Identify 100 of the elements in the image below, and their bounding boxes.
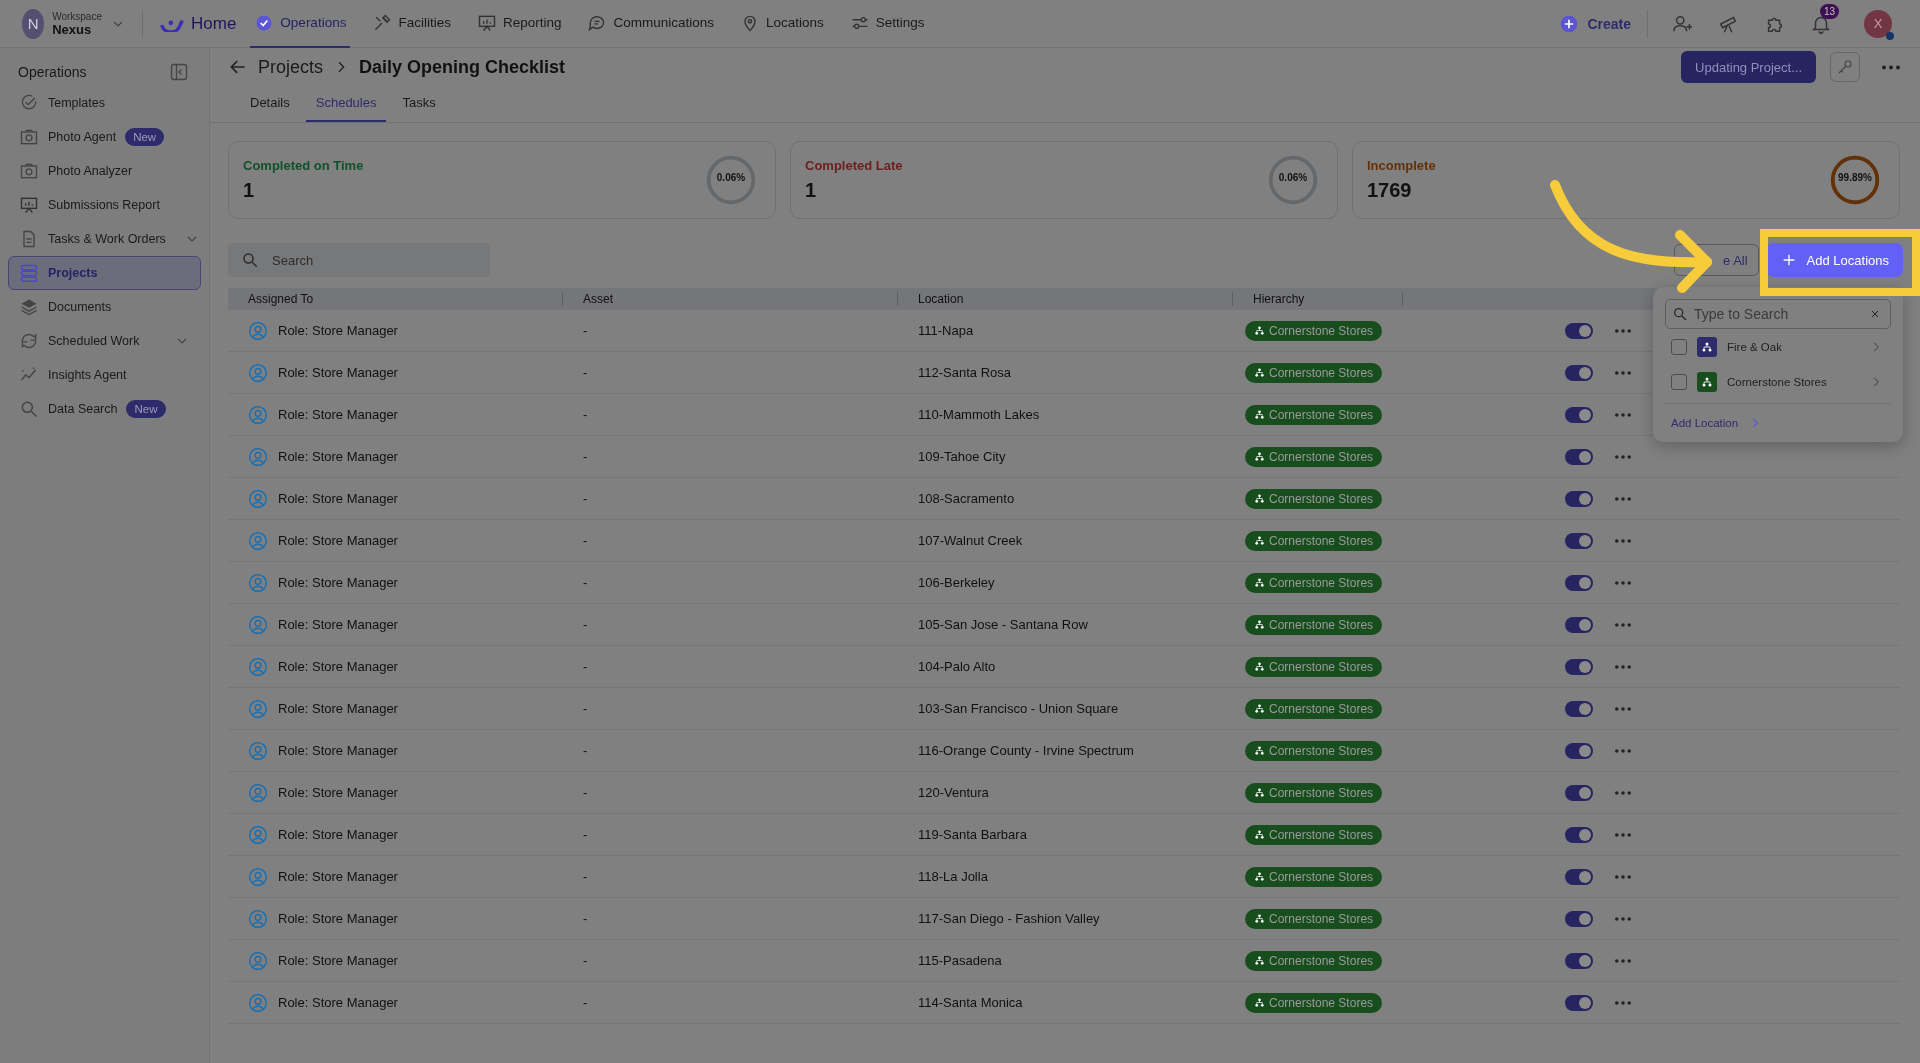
sidebar-title: Operations [18, 64, 87, 80]
page-title: Daily Opening Checklist [359, 56, 566, 78]
hierarchy-icon [1254, 787, 1265, 798]
sidebar-item[interactable]: Submissions Report [8, 188, 201, 222]
user-circle-icon [248, 404, 268, 425]
table-cell: - [583, 995, 588, 1010]
table-cell: Role: Store Manager [278, 407, 398, 422]
sidebar-item[interactable]: Tasks & Work Orders [8, 222, 201, 256]
more-icon [1615, 706, 1631, 711]
breadcrumb-link[interactable]: Projects [258, 56, 324, 78]
table-cell: Role: Store Manager [278, 743, 398, 758]
card-title: Completed Late [805, 158, 903, 173]
add-location-link[interactable]: Add Location [1665, 403, 1891, 434]
hierarchy-tag: Cornerstone Stores [1245, 572, 1383, 593]
hierarchy-tag: Cornerstone Stores [1245, 908, 1383, 929]
more-icon [1882, 64, 1900, 70]
percent-label: 0.06% [1277, 172, 1309, 183]
table-cell: 116-Orange County - Irvine Spectrum [918, 743, 1134, 758]
home-link[interactable]: Home [159, 13, 237, 34]
user-circle-icon [248, 530, 268, 551]
toggle-switch[interactable] [1565, 448, 1593, 465]
hierarchy-tag: Cornerstone Stores [1245, 320, 1383, 341]
toggle-switch[interactable] [1565, 784, 1593, 801]
nav-tab[interactable]: Facilities [368, 0, 455, 48]
add-locations-button[interactable]: Add Locations [1766, 243, 1903, 277]
toggle-switch[interactable] [1565, 490, 1593, 507]
hierarchy-icon [1254, 577, 1265, 588]
toggle-switch[interactable] [1565, 952, 1593, 969]
checkbox[interactable] [1671, 373, 1687, 390]
column-header: Asset [583, 292, 613, 306]
checkbox[interactable] [1671, 338, 1687, 355]
table-cell: Role: Store Manager [278, 491, 398, 506]
table-cell: 117-San Diego - Fashion Valley [918, 911, 1100, 926]
toggle-switch[interactable] [1565, 574, 1593, 591]
menu-item[interactable]: Fire & Oak [1665, 329, 1891, 364]
tools-icon [372, 12, 393, 33]
table-cell: 114-Santa Monica [918, 995, 1023, 1010]
table-cell: - [583, 785, 588, 800]
toggle-switch[interactable] [1565, 406, 1593, 423]
status-button[interactable]: Updating Project... [1681, 51, 1816, 83]
camera-icon [19, 161, 39, 181]
more-icon [1615, 538, 1631, 543]
toggle-switch[interactable] [1565, 322, 1593, 339]
hierarchy-icon [1254, 997, 1265, 1008]
sidebar-item[interactable]: Insights Agent [8, 358, 201, 392]
user-circle-icon [248, 362, 268, 383]
sidebar-item[interactable]: Templates [8, 86, 201, 120]
hierarchy-icon [1254, 871, 1265, 882]
table-cell: 112-Santa Rosa [918, 365, 1011, 380]
sidebar-item[interactable]: Photo Agent New [8, 120, 201, 154]
sidebar-item[interactable]: Scheduled Work [8, 324, 201, 358]
toggle-switch[interactable] [1565, 658, 1593, 675]
sidebar-item[interactable]: Photo Analyzer [8, 154, 201, 188]
nav-tab[interactable]: Reporting [472, 0, 566, 48]
sidebar-item[interactable]: Data Search New [8, 392, 201, 426]
more-icon [1615, 748, 1631, 753]
hierarchy-icon [1254, 955, 1265, 966]
nav-tab[interactable]: Communications [583, 0, 718, 48]
toggle-switch[interactable] [1565, 742, 1593, 759]
toggle-switch[interactable] [1565, 826, 1593, 843]
toggle-switch[interactable] [1565, 910, 1593, 927]
table-cell: - [583, 449, 588, 464]
tab[interactable]: Details [240, 86, 300, 122]
user-circle-icon [248, 782, 268, 803]
tab[interactable]: Schedules [305, 86, 387, 122]
close-icon [1869, 308, 1881, 320]
toggle-switch[interactable] [1565, 868, 1593, 885]
hierarchy-icon [1254, 451, 1265, 462]
hierarchy-tag: Cornerstone Stores [1245, 782, 1383, 803]
user-circle-icon [248, 824, 268, 845]
nav-tab[interactable]: Settings [845, 0, 929, 48]
toggle-switch[interactable] [1565, 364, 1593, 381]
table-cell: Role: Store Manager [278, 827, 398, 842]
column-header: Hierarchy [1253, 292, 1305, 306]
hierarchy-icon [1254, 493, 1265, 504]
menu-search-field[interactable]: Type to Search [1665, 299, 1891, 329]
sidebar-item[interactable]: Projects [8, 256, 201, 290]
user-avatar[interactable]: X [1864, 9, 1892, 38]
create-button[interactable]: Create [1559, 13, 1631, 34]
hierarchy-tag: Cornerstone Stores [1245, 446, 1383, 467]
sidebar-item[interactable]: Documents [8, 290, 201, 324]
table-cell: Role: Store Manager [278, 701, 398, 716]
menu-item[interactable]: Cornerstone Stores [1665, 364, 1891, 399]
tab[interactable]: Tasks [392, 86, 446, 122]
table-cell: Role: Store Manager [278, 533, 398, 548]
toggle-switch[interactable] [1565, 700, 1593, 717]
column-header: Assigned To [248, 292, 314, 306]
hierarchy-icon [1254, 367, 1265, 378]
table-cell: 104-Palo Alto [918, 659, 996, 674]
nav-tab[interactable]: Operations [250, 0, 351, 48]
nav-tab[interactable]: Locations [736, 0, 828, 48]
toggle-switch[interactable] [1565, 532, 1593, 549]
hierarchy-icon [1254, 409, 1265, 420]
toggle-switch[interactable] [1565, 994, 1593, 1011]
presentation-icon [19, 195, 39, 215]
toggle-switch[interactable] [1565, 616, 1593, 633]
card-title: Completed on Time [243, 158, 364, 173]
user-circle-icon [248, 698, 268, 719]
search-field[interactable]: Search [228, 243, 490, 277]
user-circle-icon [248, 320, 268, 341]
